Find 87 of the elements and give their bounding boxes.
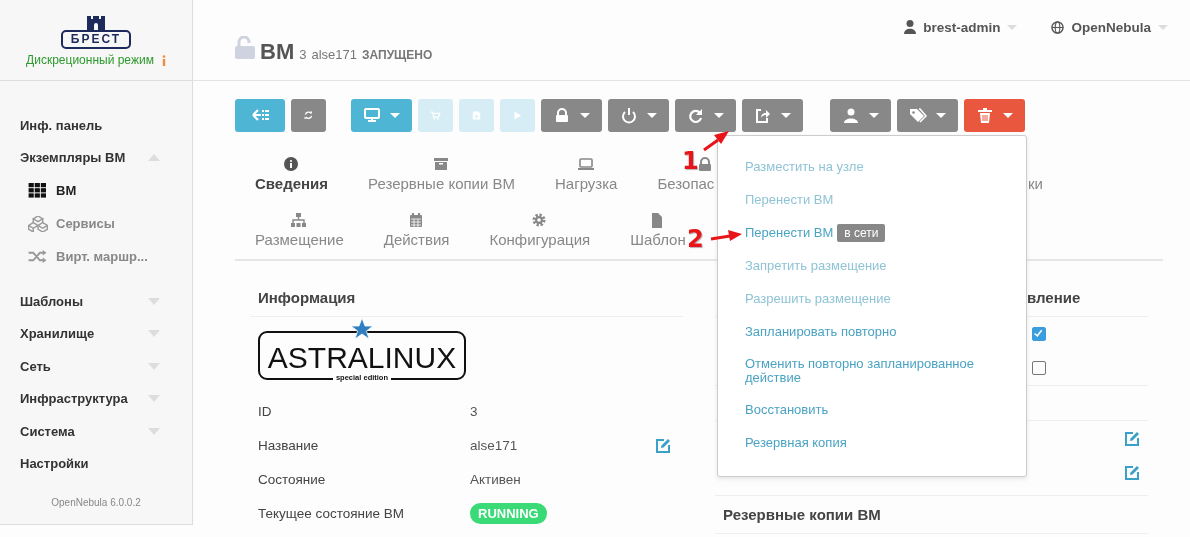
sidebar-subitem[interactable]: ВМ	[14, 174, 83, 207]
section-title: Резервные копии ВМ	[715, 495, 1148, 534]
globe-icon	[1051, 20, 1065, 34]
edit-icon[interactable]	[1124, 430, 1140, 446]
caret-icon	[1158, 24, 1168, 30]
tab[interactable]: Нагрузка	[535, 157, 638, 192]
sidebar-item[interactable]: Шаблоны	[14, 285, 192, 318]
caret-icon	[1007, 24, 1018, 30]
share-icon	[754, 107, 772, 124]
edit-icon[interactable]	[1124, 464, 1140, 480]
field-label: Состояние	[258, 471, 327, 487]
toolbar-button[interactable]	[742, 99, 803, 132]
info-icon	[283, 157, 300, 172]
tab[interactable]: Действия	[363, 213, 470, 248]
panel-title: Информация	[250, 279, 683, 317]
vm-name: alse171	[311, 47, 357, 62]
brand-logo: БРЕСТ	[60, 30, 132, 49]
menu-item[interactable]: Отменить повторно запланированное действие	[745, 348, 1026, 393]
field-label: ID	[258, 403, 273, 419]
sidebar-item[interactable]: Инфраструктура	[14, 382, 192, 415]
menu-item[interactable]: Перенести ВМ в сети	[745, 216, 1026, 249]
laptop-icon	[578, 157, 595, 172]
sitemap-icon	[291, 213, 308, 228]
tab[interactable]: Размещение	[235, 213, 364, 248]
tab[interactable]: Резервные копии ВМ	[348, 157, 536, 192]
field-value: Активен	[470, 471, 522, 487]
toolbar-button[interactable]	[351, 99, 412, 132]
star-icon	[351, 318, 373, 340]
field-label: Текущее состояние ВМ	[258, 505, 406, 521]
unlock-icon	[235, 36, 255, 59]
toolbar-button[interactable]	[964, 99, 1025, 132]
archive-icon	[433, 157, 450, 172]
trash-icon	[976, 107, 994, 124]
gear-icon	[531, 213, 548, 228]
checkbox[interactable]	[1032, 361, 1046, 375]
sidebar-item[interactable]: Система	[14, 415, 192, 448]
sidebar-subitem[interactable]: Сервисы	[14, 207, 121, 240]
grid-icon	[28, 182, 48, 199]
toolbar-button[interactable]	[608, 99, 669, 132]
checkbox[interactable]	[1032, 327, 1046, 341]
calendar-icon	[408, 213, 425, 228]
toolbar-button[interactable]	[235, 99, 285, 132]
tab[interactable]: Конфигурация	[469, 213, 611, 248]
castle-icon	[85, 16, 107, 30]
lock-icon	[553, 107, 571, 124]
version-label: OpenNebula 6.0.0.2	[50, 497, 142, 508]
zone-menu[interactable]: OpenNebula	[1045, 18, 1174, 36]
toolbar-button[interactable]	[291, 99, 326, 132]
sidebar-item[interactable]: Экземпляры ВМ	[14, 141, 192, 174]
sidebar-item[interactable]: Сеть	[14, 350, 192, 383]
user-icon	[842, 107, 860, 124]
annotation-number: 2	[687, 227, 704, 251]
annotation-arrow	[710, 228, 743, 242]
user-icon	[904, 20, 917, 34]
status-badge: RUNNING	[470, 502, 547, 524]
annotation-number: 1	[682, 149, 699, 173]
sidebar-item[interactable]: Инф. панель	[14, 109, 192, 142]
tab[interactable]: Сведения	[235, 157, 349, 192]
cubes-icon	[28, 215, 48, 232]
menu-item-badge: в сети	[837, 223, 886, 242]
mode-label: Дискреционный режим	[26, 53, 154, 67]
redo-icon	[687, 107, 705, 124]
page-title: ВМ	[260, 39, 295, 65]
annotation-arrow	[702, 130, 730, 152]
toolbar-button[interactable]	[675, 99, 736, 132]
edit-icon[interactable]	[655, 437, 671, 453]
info-icon[interactable]	[161, 54, 166, 66]
user-menu[interactable]: brest-admin	[898, 18, 1024, 36]
vm-state: ЗАПУЩЕНО	[362, 48, 433, 62]
tags-icon	[909, 107, 927, 124]
menu-item[interactable]: Восстановить	[745, 393, 1026, 426]
toolbar-button[interactable]	[541, 99, 602, 132]
sidebar-item[interactable]: Хранилище	[14, 317, 192, 350]
sidebar-item[interactable]: Настройки	[14, 447, 192, 480]
toolbar-button[interactable]	[897, 99, 958, 132]
field-label: Название	[258, 437, 320, 453]
toolbar-button[interactable]	[830, 99, 891, 132]
field-value: 3	[470, 403, 479, 419]
menu-item[interactable]: Запланировать повторно	[745, 315, 1026, 348]
tab[interactable]: Шаблон	[610, 213, 686, 248]
power-icon	[620, 107, 638, 124]
sidebar-subitem[interactable]: Вирт. маршр...	[14, 240, 154, 273]
vm-id: 3	[299, 47, 307, 62]
menu-item[interactable]: Резервная копия	[745, 426, 1026, 459]
monitor-icon	[363, 107, 381, 124]
shuffle-icon	[28, 248, 48, 265]
field-value: alse171	[470, 437, 519, 453]
